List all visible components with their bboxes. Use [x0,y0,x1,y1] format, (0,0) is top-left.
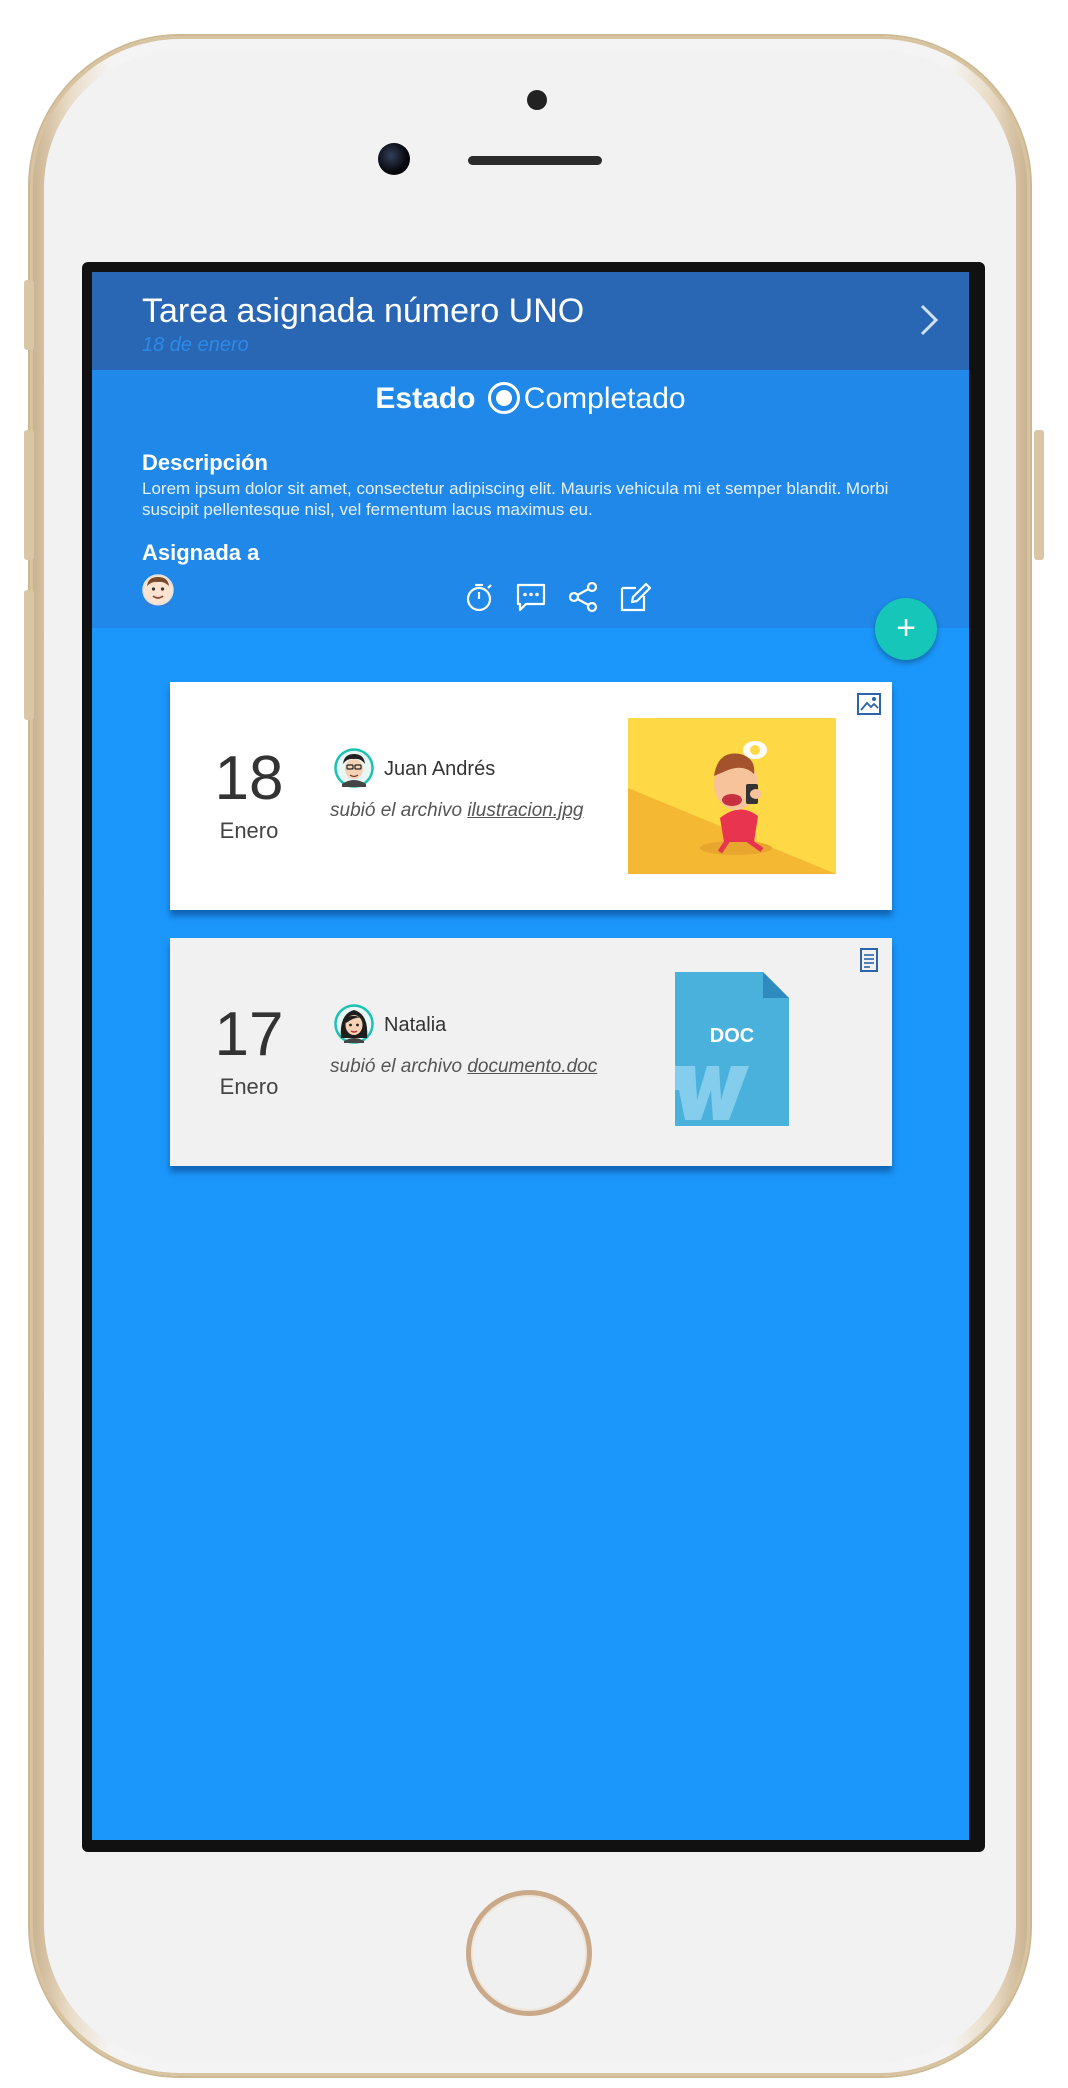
activity-action: subió el archivo [330,1056,463,1077]
task-title: Tarea asignada número UNO [142,292,585,330]
status-label: Estado [375,382,476,415]
add-button[interactable]: + [875,598,937,660]
volume-up-button [24,430,34,560]
user-name: Juan Andrés [384,758,496,780]
user-avatar [334,748,374,788]
doc-label: DOC [710,1025,754,1047]
image-icon [857,693,881,715]
edit-icon[interactable] [618,580,652,614]
activity-day: 18 [214,744,284,813]
user-name: Natalia [384,1014,447,1036]
app-screen: Tarea asignada número UNO 18 de enero Es… [92,272,969,1840]
assignee-avatar[interactable] [142,574,174,606]
description-heading: Descripción [142,450,268,475]
activity-text: subió el archivo documento.doc [330,1056,597,1078]
doc-file-thumbnail[interactable]: DOC [673,970,791,1128]
mute-switch [24,280,34,350]
activity-day: 17 [214,1000,284,1069]
activity-card[interactable]: 18 Enero Juan Andrés subió el archivo il… [170,682,892,910]
status-radio-icon[interactable] [487,382,520,415]
proximity-sensor [527,90,547,110]
activity-action: subió el archivo [330,800,463,821]
assigned-heading: Asignada a [142,540,260,565]
activity-month: Enero [219,1074,279,1099]
file-link[interactable]: ilustracion.jpg [467,800,583,821]
comment-icon[interactable] [514,580,548,614]
file-link[interactable]: documento.doc [467,1056,597,1077]
chevron-right-icon[interactable] [912,300,946,340]
task-date: 18 de enero [142,334,249,356]
activity-month: Enero [219,818,279,843]
status-value: Completado [523,382,686,415]
task-header: Tarea asignada número UNO 18 de enero [92,272,969,370]
description-text: Lorem ipsum dolor sit amet, consectetur … [142,479,889,519]
activity-card[interactable]: 17 Enero Natalia subió el archivo docume… [170,938,892,1166]
status-row: Estado Completado [92,382,969,418]
volume-down-button [24,590,34,720]
share-icon[interactable] [566,580,600,614]
document-icon [860,948,878,972]
activity-text: subió el archivo ilustracion.jpg [330,800,583,822]
home-button[interactable] [466,1890,592,2016]
power-button [1034,430,1044,560]
task-info-panel: Estado Completado Descripción Lorem ipsu… [92,370,969,628]
earpiece-speaker [468,156,602,165]
timer-icon[interactable] [462,580,496,614]
image-thumbnail[interactable] [628,718,836,874]
front-camera [378,143,410,175]
user-avatar [334,1004,374,1044]
